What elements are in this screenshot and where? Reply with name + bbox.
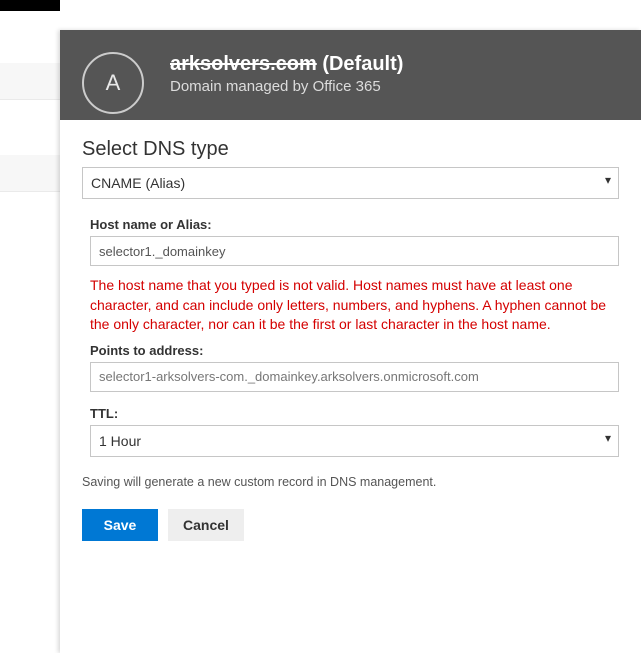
default-suffix: (Default) (317, 53, 404, 75)
domain-title: arksolvers.com (Default) (170, 52, 403, 76)
host-label: Host name or Alias: (90, 217, 619, 232)
button-row: Save Cancel (82, 509, 619, 541)
domain-name: arksolvers.com (170, 53, 317, 75)
dns-type-select-wrap[interactable]: CNAME (Alias) (82, 167, 619, 199)
panel-content: Select DNS type CNAME (Alias) Host name … (60, 120, 641, 541)
section-title: Select DNS type (82, 138, 619, 161)
gutter-band-2 (0, 155, 60, 192)
gutter-dark (0, 0, 60, 11)
avatar-letter: A (106, 70, 121, 96)
ttl-select-wrap[interactable]: 1 Hour (90, 425, 619, 457)
save-note: Saving will generate a new custom record… (82, 475, 619, 489)
domain-avatar: A (82, 52, 144, 114)
left-gutter (0, 0, 60, 653)
header-text: arksolvers.com (Default) Domain managed … (170, 52, 403, 95)
host-error: The host name that you typed is not vali… (90, 276, 619, 335)
points-label: Points to address: (90, 343, 619, 358)
save-button[interactable]: Save (82, 509, 158, 541)
cancel-button[interactable]: Cancel (168, 509, 244, 541)
dns-record-panel: A arksolvers.com (Default) Domain manage… (60, 30, 641, 653)
gutter-band-1 (0, 63, 60, 100)
dns-type-select[interactable]: CNAME (Alias) (82, 167, 619, 199)
ttl-label: TTL: (90, 406, 619, 421)
host-input[interactable] (90, 236, 619, 266)
ttl-select[interactable]: 1 Hour (90, 425, 619, 457)
panel-header: A arksolvers.com (Default) Domain manage… (60, 30, 641, 120)
domain-subtitle: Domain managed by Office 365 (170, 78, 403, 95)
points-input[interactable] (90, 362, 619, 392)
